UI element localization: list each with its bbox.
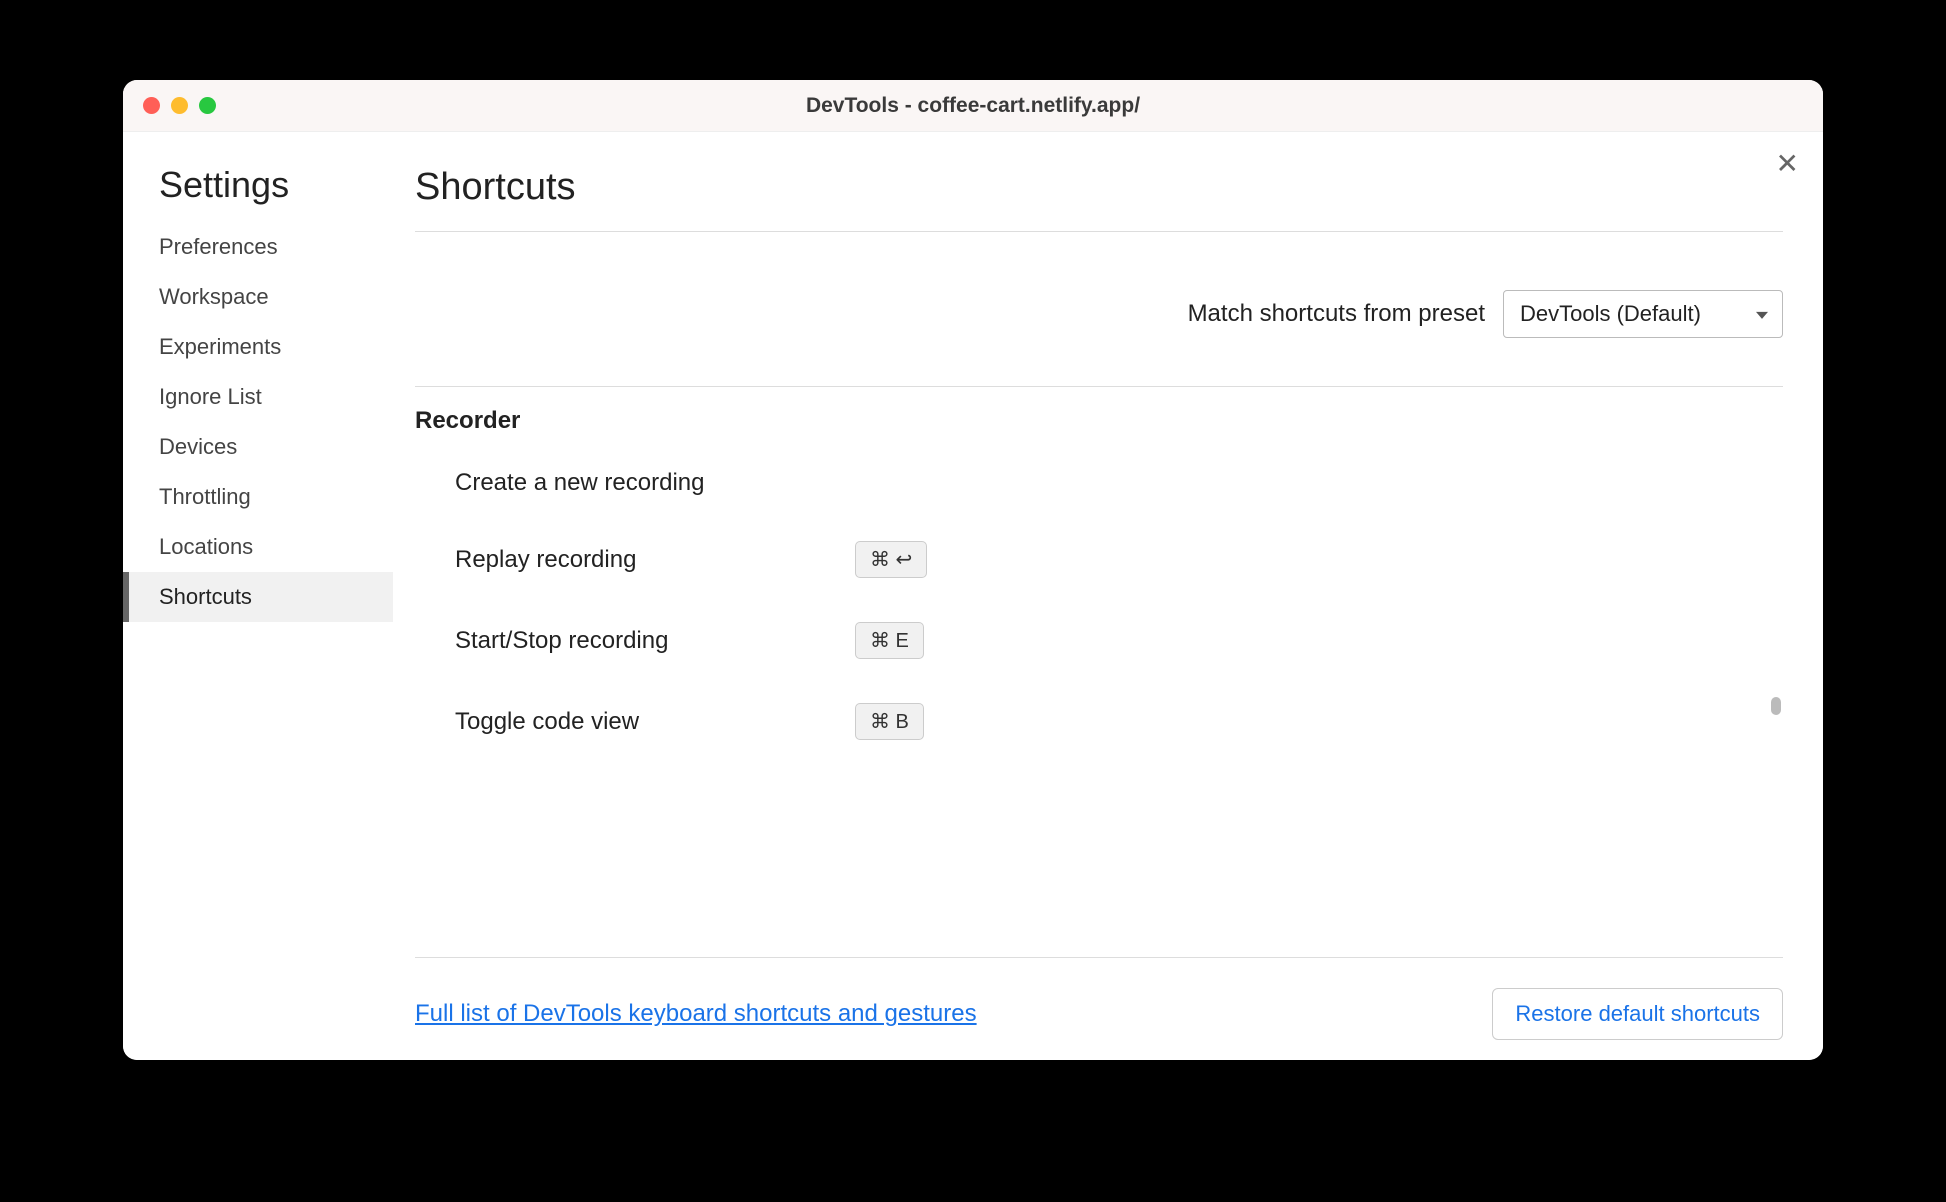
traffic-lights	[143, 97, 216, 114]
restore-defaults-button[interactable]: Restore default shortcuts	[1492, 988, 1783, 1040]
settings-sidebar: Settings Preferences Workspace Experimen…	[123, 132, 393, 1060]
sidebar-heading: Settings	[123, 164, 393, 222]
minimize-window-icon[interactable]	[171, 97, 188, 114]
shortcut-label: Replay recording	[455, 546, 855, 574]
shortcut-row-replay-recording[interactable]: Replay recording ⌘ ↩	[415, 519, 1769, 600]
shortcut-label: Create a new recording	[455, 469, 855, 497]
sidebar-item-throttling[interactable]: Throttling	[123, 472, 393, 522]
page-title: Shortcuts	[415, 166, 1783, 232]
sidebar-item-workspace[interactable]: Workspace	[123, 272, 393, 322]
close-window-icon[interactable]	[143, 97, 160, 114]
preset-select-value: DevTools (Default)	[1520, 301, 1701, 326]
sidebar-item-devices[interactable]: Devices	[123, 422, 393, 472]
full-shortcuts-link[interactable]: Full list of DevTools keyboard shortcuts…	[415, 1000, 977, 1028]
maximize-window-icon[interactable]	[199, 97, 216, 114]
main-content: Shortcuts Match shortcuts from preset De…	[393, 132, 1823, 1060]
titlebar: DevTools - coffee-cart.netlify.app/	[123, 80, 1823, 132]
key-chip: ⌘ E	[855, 622, 924, 659]
sidebar-item-experiments[interactable]: Experiments	[123, 322, 393, 372]
shortcut-row-create-recording[interactable]: Create a new recording	[415, 447, 1769, 519]
close-icon[interactable]: ✕	[1776, 150, 1799, 178]
key-chip: ⌘ B	[855, 703, 924, 740]
sidebar-item-locations[interactable]: Locations	[123, 522, 393, 572]
shortcuts-list: Recorder Create a new recording Replay r…	[415, 386, 1783, 958]
sidebar-item-ignore-list[interactable]: Ignore List	[123, 372, 393, 422]
shortcut-row-start-stop-recording[interactable]: Start/Stop recording ⌘ E	[415, 600, 1769, 681]
preset-label: Match shortcuts from preset	[1188, 300, 1485, 328]
sidebar-item-preferences[interactable]: Preferences	[123, 222, 393, 272]
shortcut-label: Start/Stop recording	[455, 627, 855, 655]
sidebar-item-shortcuts[interactable]: Shortcuts	[123, 572, 393, 622]
key-chip: ⌘ ↩	[855, 541, 927, 578]
app-body: ✕ Settings Preferences Workspace Experim…	[123, 132, 1823, 1060]
footer: Full list of DevTools keyboard shortcuts…	[415, 958, 1783, 1040]
shortcut-row-toggle-code-view[interactable]: Toggle code view ⌘ B	[415, 681, 1769, 762]
app-window: DevTools - coffee-cart.netlify.app/ ✕ Se…	[123, 80, 1823, 1060]
preset-select[interactable]: DevTools (Default)	[1503, 290, 1783, 338]
window-title: DevTools - coffee-cart.netlify.app/	[123, 94, 1823, 118]
scrollbar-thumb[interactable]	[1771, 697, 1781, 715]
preset-row: Match shortcuts from preset DevTools (De…	[415, 232, 1783, 386]
section-title-recorder: Recorder	[415, 387, 1769, 447]
shortcut-label: Toggle code view	[455, 708, 855, 736]
